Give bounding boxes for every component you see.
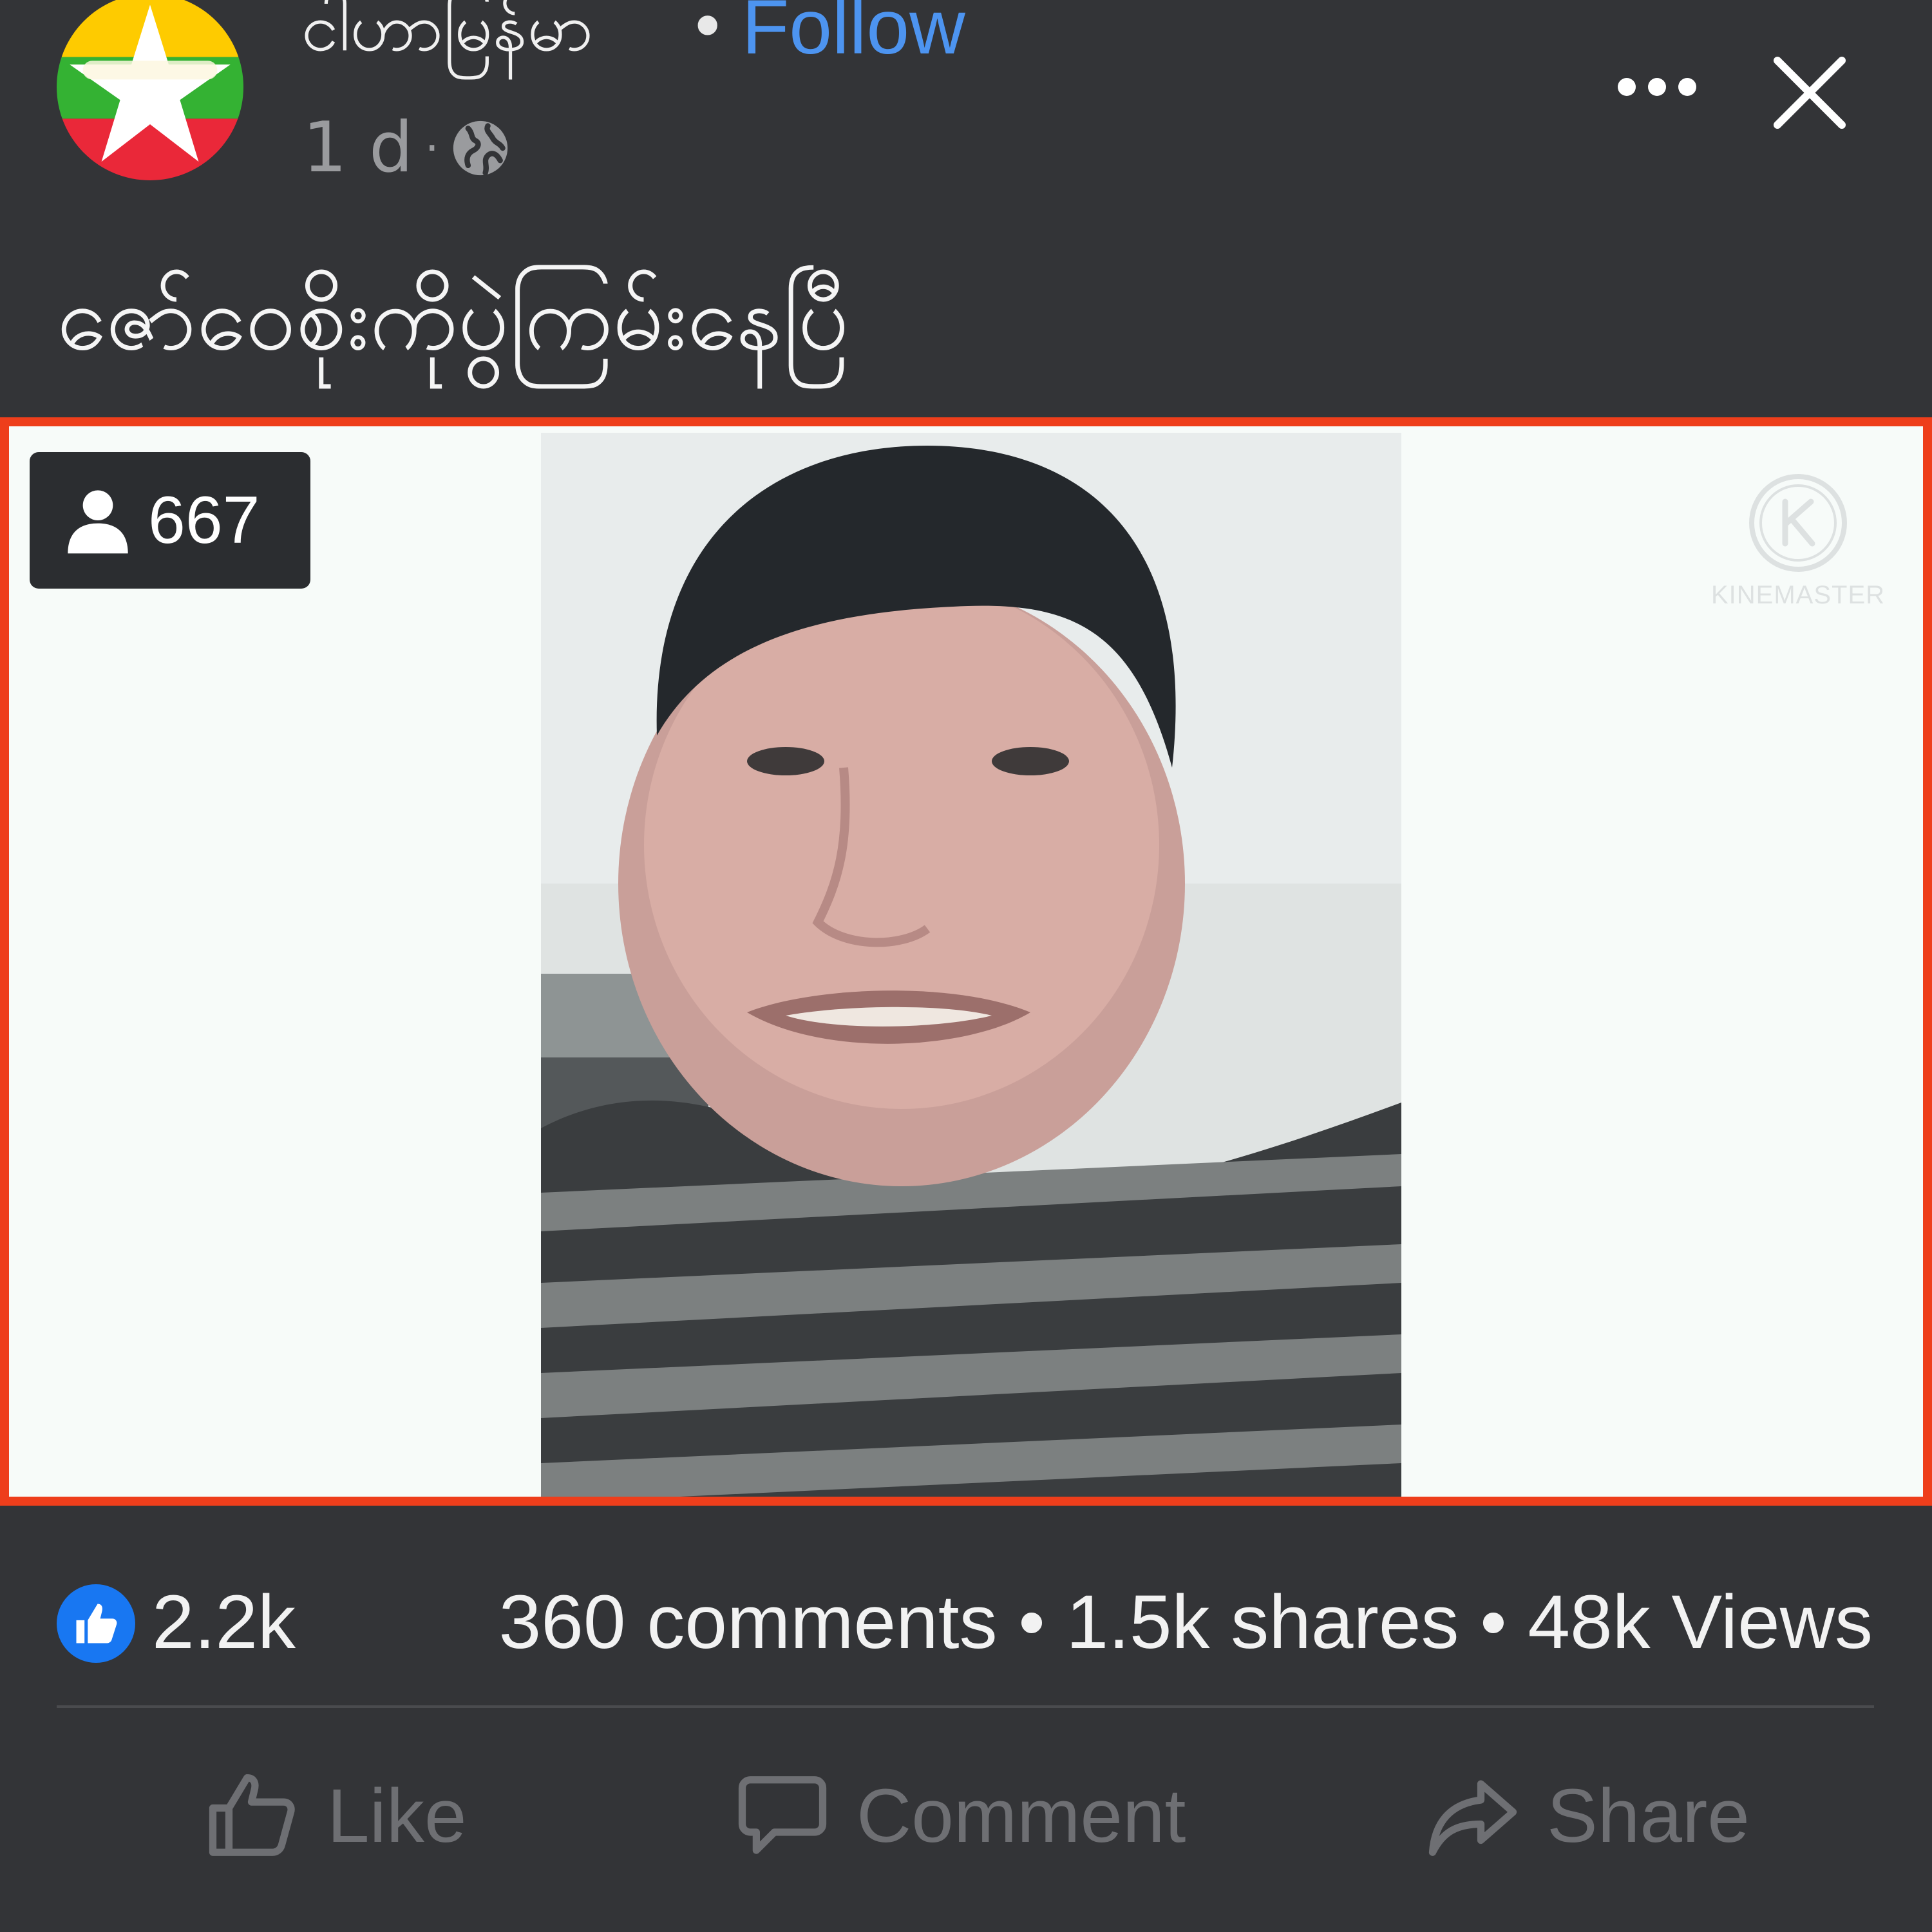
video-frame — [541, 433, 1401, 1497]
close-icon[interactable] — [1772, 55, 1847, 130]
video-player[interactable]: 667 KINEMASTER — [0, 417, 1932, 1506]
post-caption: ဇော်ဝေစိုးကိုပွဲကြမ်းနေပြီ — [57, 266, 849, 371]
post-header: ငါဟာမြန်မာ • Follow 1 d · — [0, 0, 1932, 193]
post-actions: Like Comment Share — [0, 1752, 1932, 1880]
meta-separator: · — [424, 122, 439, 175]
like-count[interactable]: 2.2k — [152, 1580, 296, 1664]
video-person-image — [541, 433, 1401, 1497]
globe-icon — [453, 120, 508, 176]
page-name[interactable]: ငါဟာမြန်မာ — [301, 0, 593, 66]
comment-button[interactable]: Comment — [734, 1752, 1186, 1880]
viewer-count: 667 — [148, 482, 260, 558]
share-label: Share — [1547, 1774, 1750, 1859]
thumbs-up-icon — [209, 1774, 295, 1856]
post-stats: 2.2k 360 comments • 1.5k shares • 48k Vi… — [0, 1558, 1932, 1687]
thumbs-up-badge-icon[interactable] — [57, 1584, 135, 1663]
share-arrow-icon — [1428, 1780, 1517, 1856]
post-meta: 1 d · — [303, 109, 510, 187]
like-label: Like — [327, 1774, 467, 1859]
kinemaster-logo-icon — [1749, 474, 1847, 572]
watermark-text: KINEMASTER — [1710, 581, 1886, 609]
watermark: KINEMASTER — [1701, 473, 1895, 614]
person-icon — [68, 490, 128, 554]
more-horizontal-icon[interactable] — [1615, 71, 1699, 103]
post-time[interactable]: 1 d — [303, 109, 413, 187]
like-button[interactable]: Like — [205, 1752, 466, 1880]
myanmar-flag-logo — [57, 0, 243, 180]
comment-label: Comment — [857, 1774, 1186, 1859]
comment-icon — [738, 1776, 827, 1854]
divider — [57, 1705, 1874, 1708]
follow-button[interactable]: Follow — [742, 0, 965, 66]
share-button[interactable]: Share — [1425, 1752, 1750, 1880]
engagement-summary[interactable]: 360 comments • 1.5k shares • 48k Views — [499, 1580, 1873, 1664]
separator-dot: • — [688, 0, 728, 66]
viewer-count-badge: 667 — [30, 452, 310, 589]
page-avatar[interactable] — [57, 0, 243, 180]
